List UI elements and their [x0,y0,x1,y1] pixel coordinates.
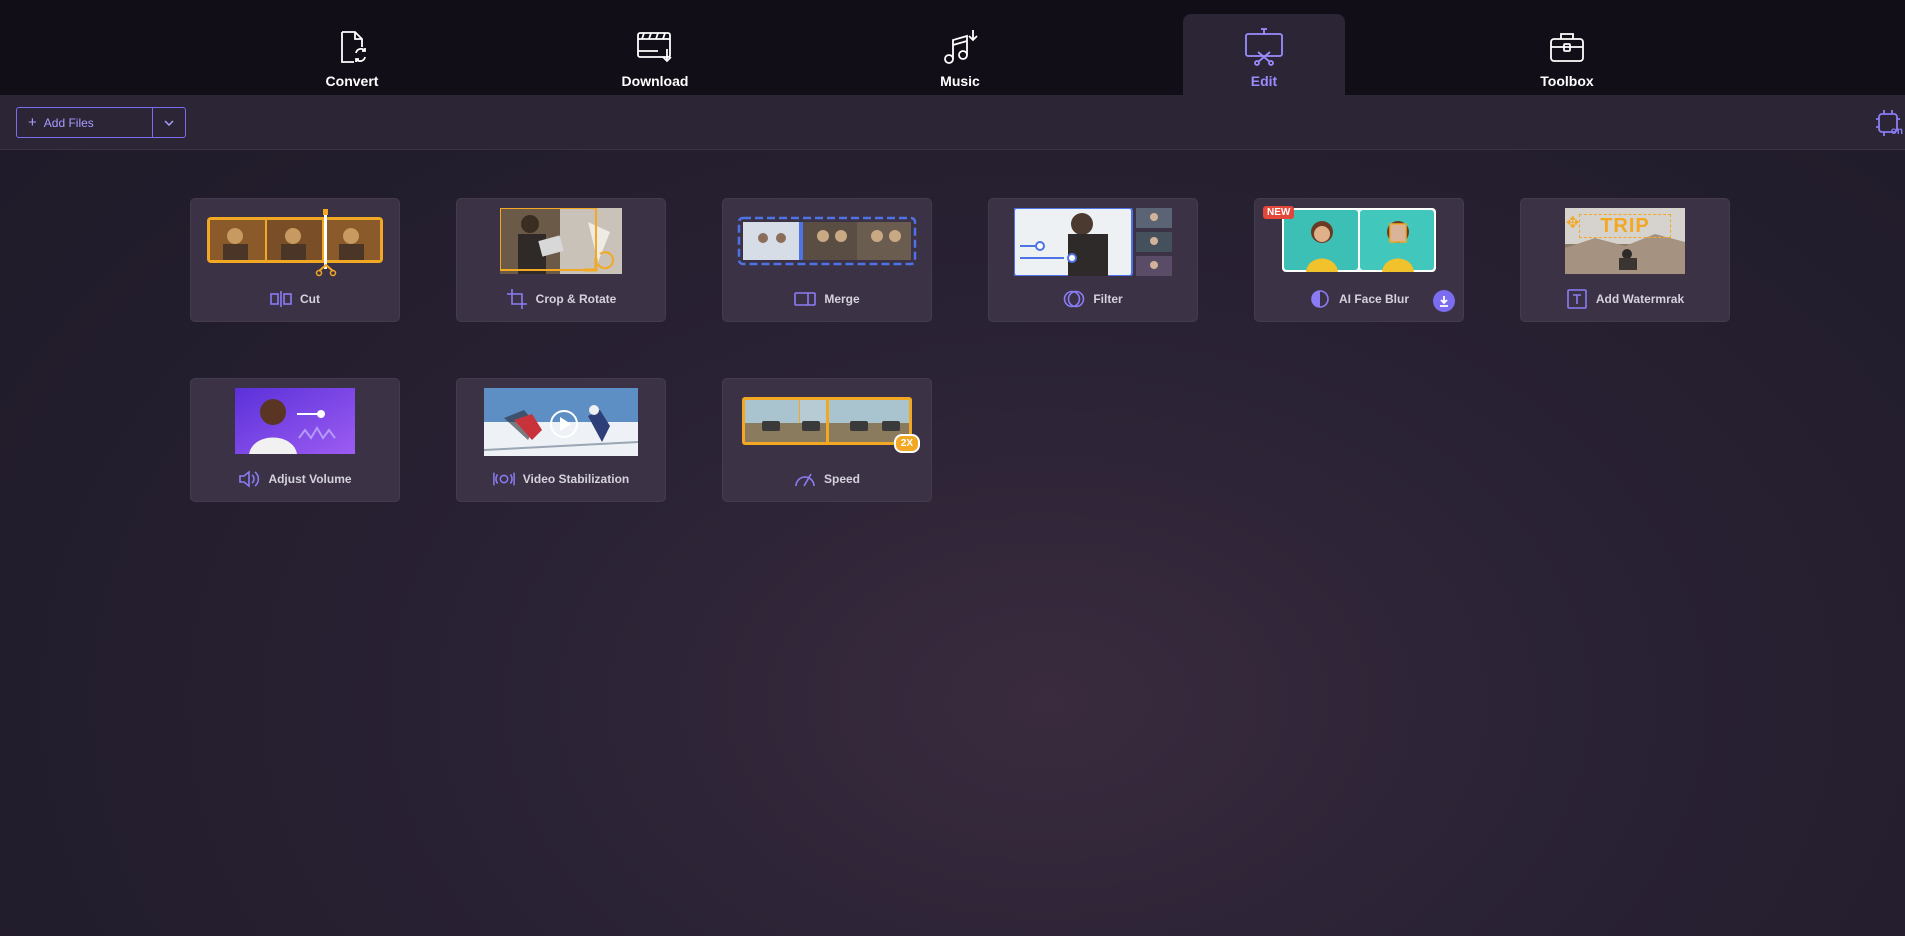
tool-card-ai-face-blur[interactable]: NEW AI Face Blur [1254,198,1464,322]
download-arrow-icon [1440,296,1448,307]
new-badge: NEW [1263,206,1295,219]
plus-icon: + [28,114,37,131]
tool-card-video-stabilization[interactable]: Video Stabilization [456,378,666,502]
tab-download[interactable]: Download [574,14,736,95]
merge-thumbnail [737,208,917,268]
tool-card-add-watermark[interactable]: TRIP ✥ Add Watermrak [1520,198,1730,322]
video-stabilization-thumbnail [483,388,639,456]
tool-card-filter[interactable]: Filter [988,198,1198,322]
gpu-on-label: on [1890,126,1903,137]
tool-card-adjust-volume[interactable]: Adjust Volume [190,378,400,502]
speed-2x-badge: 2X [893,434,920,453]
toolbox-icon [1547,27,1587,67]
tab-label: Toolbox [1540,73,1594,89]
add-files-label: Add Files [43,115,94,130]
face-blur-icon [1309,289,1331,309]
tab-toolbox[interactable]: Toolbox [1486,14,1648,95]
tab-label: Edit [1250,73,1278,89]
tool-label-row: AI Face Blur [1255,289,1463,309]
top-navigation: Convert Download Music Edit Toolbox [0,0,1905,95]
speed-thumbnail: 2X [742,397,920,453]
tool-label-row: Add Watermrak [1521,289,1729,309]
stabilization-icon [492,469,515,489]
volume-icon [238,469,260,489]
ai-face-blur-thumbnail [1282,208,1436,272]
cut-icon [270,289,292,309]
tool-label: Cut [300,292,320,306]
tool-label: Speed [823,472,860,486]
tool-label-row: Filter [989,289,1197,309]
tool-label: Add Watermrak [1595,292,1685,306]
tool-label: Filter [1093,292,1123,306]
tool-label-row: Merge [723,289,931,309]
tab-label: Convert [325,73,379,89]
tab-music[interactable]: Music [879,14,1041,95]
tab-label: Download [621,73,689,89]
add-files-button[interactable]: + Add Files [17,108,152,137]
adjust-volume-thumbnail [235,388,355,454]
tool-label-row: Video Stabilization [457,469,665,489]
tool-label-row: Crop & Rotate [457,289,665,309]
chevron-down-icon [164,119,174,126]
tool-card-merge[interactable]: Merge [722,198,932,322]
add-files-dropdown[interactable] [152,108,185,137]
crop-rotate-thumbnail [499,207,622,274]
tool-label: Crop & Rotate [535,292,617,306]
tool-label: AI Face Blur [1338,292,1410,306]
filter-icon [1063,289,1085,309]
download-icon [635,27,675,67]
tool-label: Video Stabilization [522,472,630,486]
merge-icon [794,289,817,309]
edit-icon [1244,27,1284,67]
tool-card-speed[interactable]: 2X Speed [722,378,932,502]
add-watermark-thumbnail: TRIP ✥ [1565,208,1685,274]
tool-label-row: Cut [191,289,399,309]
tab-convert[interactable]: Convert [271,14,433,95]
tab-edit[interactable]: Edit [1183,14,1345,95]
watermark-icon [1566,289,1588,309]
speed-icon [794,469,816,489]
tool-card-cut[interactable]: Cut [190,198,400,322]
filter-thumbnail [1013,207,1172,277]
convert-icon [332,27,372,67]
add-files-control: + Add Files [16,107,186,138]
tool-card-crop-rotate[interactable]: Crop & Rotate [456,198,666,322]
download-model-button[interactable] [1433,290,1455,312]
gpu-acceleration-icon[interactable]: on [1875,109,1903,139]
tool-label-row: Adjust Volume [191,469,399,489]
tool-label: Adjust Volume [268,472,352,486]
music-icon [940,27,980,67]
crop-icon [506,289,528,309]
move-icon: ✥ [1566,215,1580,232]
tool-label: Merge [824,292,860,306]
toolbar: + Add Files on [0,95,1905,150]
cut-thumbnail [205,208,385,278]
watermark-text: TRIP [1579,214,1671,238]
tab-label: Music [940,73,980,89]
tool-label-row: Speed [723,469,931,489]
